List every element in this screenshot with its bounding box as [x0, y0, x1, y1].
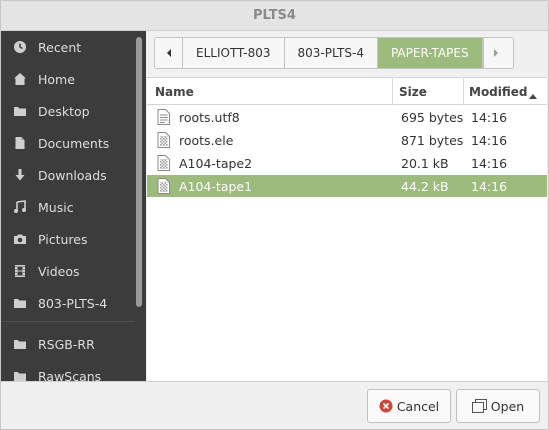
dialog-button-bar: Cancel Open [1, 381, 548, 429]
file-size: 20.1 kB [401, 155, 449, 171]
file-modified: 14:16 [471, 132, 508, 148]
sidebar-item-recent[interactable]: Recent [1, 31, 134, 63]
sidebar-item-label: Downloads [38, 167, 107, 183]
path-segment-803-plts-4[interactable]: 803-PLTS-4 [285, 38, 378, 68]
path-segment-elliott-803[interactable]: ELLIOTT-803 [183, 38, 285, 68]
sidebar-item-pictures[interactable]: Pictures [1, 223, 134, 255]
file-name: roots.utf8 [179, 109, 240, 125]
open-button-label: Open [490, 398, 525, 414]
sidebar-item-videos[interactable]: Videos [1, 255, 134, 287]
file-row-a104-tape2[interactable]: A104-tape2 20.1 kB 14:16 [147, 152, 547, 174]
title-bar[interactable]: PLTS4 [1, 1, 548, 31]
file-row-roots-ele[interactable]: roots.ele 871 bytes 14:16 [147, 129, 547, 151]
folder-icon [13, 369, 27, 381]
sidebar-item-rsgb-rr[interactable]: RSGB-RR [1, 328, 134, 360]
sidebar-item-label: 803-PLTS-4 [38, 295, 108, 311]
sidebar-item-label: Music [38, 199, 74, 215]
file-name: A104-tape1 [179, 178, 253, 194]
places-sidebar: Recent Home Desktop Documents Downloads [1, 31, 146, 381]
sidebar-item-label: Pictures [38, 231, 88, 247]
home-icon [13, 72, 27, 86]
sidebar-item-label: Videos [38, 263, 80, 279]
window-title: PLTS4 [253, 8, 296, 23]
folder-icon [13, 337, 27, 351]
sidebar-item-803-plts-4[interactable]: 803-PLTS-4 [1, 287, 134, 319]
file-name: roots.ele [179, 132, 234, 148]
open-button[interactable]: Open [456, 389, 540, 423]
sidebar-item-label: Recent [38, 39, 82, 55]
file-row-roots-utf8[interactable]: roots.utf8 695 bytes 14:16 [147, 106, 547, 128]
file-chooser-dialog: PLTS4 Recent Home Desktop Documents Down… [0, 0, 549, 430]
film-icon [13, 264, 27, 278]
chevron-left-icon [166, 49, 171, 57]
sidebar-item-music[interactable]: Music [1, 191, 134, 223]
download-icon [13, 168, 27, 182]
camera-icon [13, 232, 27, 246]
path-bar: ELLIOTT-803 803-PLTS-4 PAPER-TAPES [154, 37, 514, 69]
column-header-modified[interactable]: Modified [469, 78, 528, 105]
sidebar-item-label: RSGB-RR [38, 336, 95, 352]
column-header-size[interactable]: Size [399, 78, 427, 105]
sidebar-item-documents[interactable]: Documents [1, 127, 134, 159]
cancel-button-label: Cancel [396, 398, 440, 414]
path-segment-paper-tapes[interactable]: PAPER-TAPES [377, 38, 483, 68]
file-name: A104-tape2 [179, 155, 253, 171]
binary-file-icon [157, 132, 170, 148]
sidebar-item-desktop[interactable]: Desktop [1, 95, 134, 127]
column-divider [392, 78, 393, 105]
file-modified: 14:16 [471, 155, 508, 171]
file-size: 44.2 kB [401, 178, 449, 194]
open-folder-icon [471, 399, 487, 413]
column-header-name[interactable]: Name [155, 78, 194, 105]
file-modified: 14:16 [471, 178, 508, 194]
document-icon [13, 136, 27, 150]
sidebar-item-label: Desktop [38, 103, 90, 119]
chevron-right-icon [494, 49, 499, 57]
sidebar-item-home[interactable]: Home [1, 63, 134, 95]
file-modified: 14:16 [471, 109, 508, 125]
text-file-icon [157, 109, 170, 125]
sidebar-item-label: Documents [38, 135, 110, 151]
binary-file-icon [157, 178, 170, 194]
sidebar-item-label: RawScans [38, 368, 102, 382]
cancel-icon [379, 399, 393, 413]
desktop-icon [13, 104, 27, 118]
folder-icon [13, 296, 27, 310]
music-icon [13, 200, 27, 214]
file-row-a104-tape1[interactable]: A104-tape1 44.2 kB 14:16 [147, 175, 547, 197]
file-list: Name Size Modified roots.utf8 695 bytes … [147, 77, 547, 381]
file-size: 695 bytes [401, 109, 464, 125]
sidebar-item-label: Home [38, 71, 75, 87]
path-back-button[interactable] [155, 38, 183, 68]
file-list-header: Name Size Modified [147, 78, 547, 105]
file-size: 871 bytes [401, 132, 464, 148]
cancel-button[interactable]: Cancel [367, 389, 451, 423]
sidebar-item-downloads[interactable]: Downloads [1, 159, 134, 191]
column-divider [463, 78, 464, 105]
clock-icon [13, 40, 27, 54]
sidebar-item-rawscans[interactable]: RawScans [1, 360, 134, 381]
main-pane: ELLIOTT-803 803-PLTS-4 PAPER-TAPES Name … [146, 31, 548, 381]
sidebar-separator [1, 321, 134, 322]
binary-file-icon [157, 155, 170, 171]
sidebar-scrollbar[interactable] [136, 37, 142, 307]
path-forward-button[interactable] [482, 38, 509, 68]
sort-ascending-icon [528, 88, 538, 103]
